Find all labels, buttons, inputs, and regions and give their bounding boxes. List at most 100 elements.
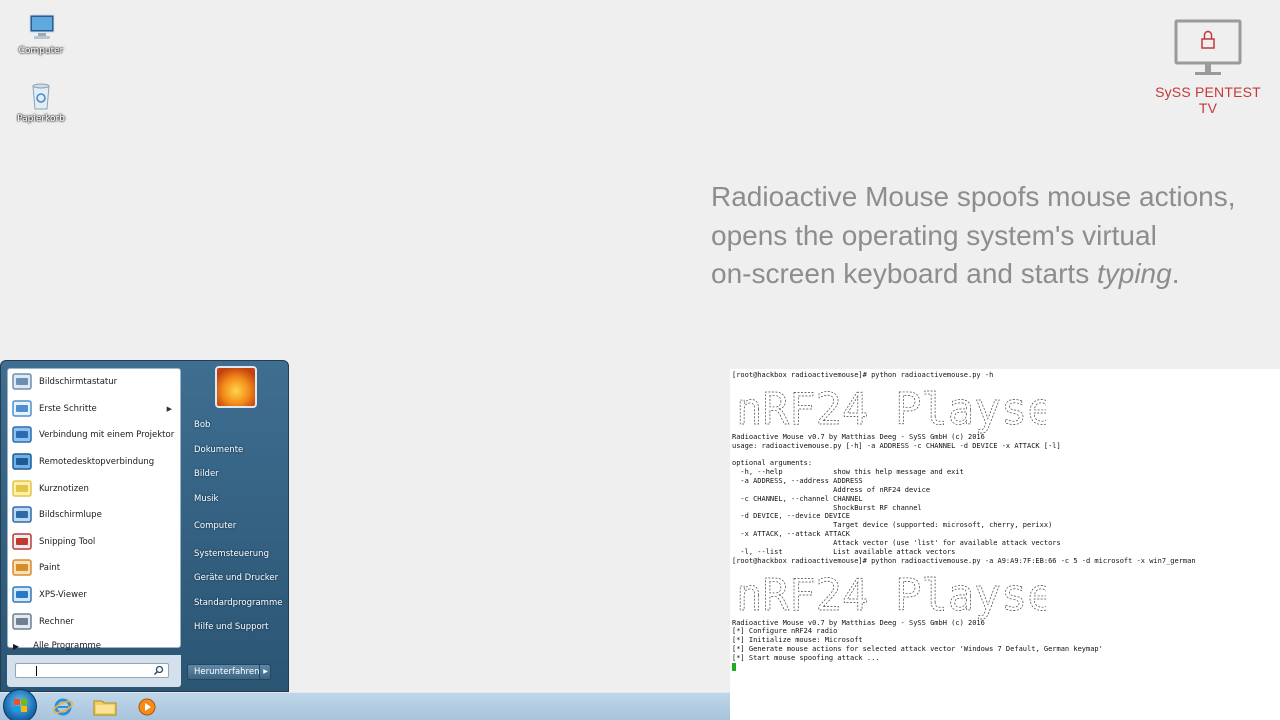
magnifier-icon	[11, 504, 33, 526]
monitor-lock-icon	[1174, 19, 1242, 75]
shutdown-label: Herunterfahren	[194, 667, 260, 677]
program-item[interactable]: Erste Schritte ▶	[8, 396, 180, 423]
program-label: Bildschirmlupe	[39, 510, 102, 521]
terminal-line: Address of nRF24 device	[732, 485, 931, 494]
program-label: Bildschirmtastatur	[39, 377, 118, 388]
desktop-icon-computer[interactable]: Computer	[14, 12, 68, 56]
program-item[interactable]: Bildschirmtastatur	[8, 369, 180, 396]
headline-italic: typing	[1096, 258, 1172, 289]
text-caret	[36, 666, 37, 676]
start-place-item[interactable]: Geräte und Drucker	[185, 566, 285, 591]
start-menu-places: Bob Dokumente Bilder Musik Computer Systemste…	[185, 413, 285, 640]
program-item[interactable]: Paint	[8, 555, 180, 582]
terminal-line: Target device (supported: microsoft, che…	[732, 521, 1053, 530]
terminal-line: -h, --help show this help message and ex…	[732, 468, 964, 477]
sticky-notes-icon	[11, 478, 33, 500]
terminal-line: [*] Initialize mouse: Microsoft	[732, 636, 863, 645]
xps-viewer-icon	[11, 584, 33, 606]
start-place-item[interactable]: Bilder	[185, 462, 285, 487]
calculator-icon	[11, 611, 33, 633]
terminal-line: optional arguments:	[732, 459, 813, 468]
program-item[interactable]: Snipping Tool	[8, 529, 180, 556]
headline-line: Radioactive Mouse spoofs mouse actions,	[711, 181, 1236, 212]
keyboard-icon	[11, 371, 33, 393]
program-label: Snipping Tool	[39, 536, 96, 547]
desktop-icon-label: Computer	[18, 46, 64, 56]
scissors-icon	[11, 531, 33, 553]
media-player-icon[interactable]	[128, 695, 166, 719]
terminal-line: Attack vector (use 'list' for available …	[732, 538, 1061, 547]
user-avatar[interactable]	[215, 366, 257, 408]
terminal-line: Radioactive Mouse v0.7 by Matthias Deeg …	[732, 618, 985, 627]
shutdown-button[interactable]: Herunterfahren ▶	[187, 664, 271, 680]
start-place-item[interactable]: Standardprogramme	[185, 591, 285, 616]
syss-logo: SySS PENTEST TV	[1148, 18, 1268, 116]
start-place-item[interactable]: Hilfe und Support	[185, 615, 285, 640]
recycle-bin-icon	[24, 80, 58, 112]
program-item[interactable]: XPS-Viewer	[8, 582, 180, 609]
terminal-prompt[interactable]	[732, 662, 1280, 672]
banner-text: nRF24 Playset	[736, 570, 1046, 620]
triangle-right-icon: ▶	[13, 641, 20, 651]
start-search-input[interactable]	[15, 663, 169, 678]
computer-icon	[24, 12, 58, 44]
remote-desktop-icon	[11, 451, 33, 473]
terminal-line: ShockBurst RF channel	[732, 503, 922, 512]
headline-text: .	[1171, 258, 1180, 289]
start-search-area	[7, 655, 181, 687]
search-icon[interactable]	[153, 665, 164, 676]
program-item[interactable]: Verbindung mit einem Projektor	[8, 422, 180, 449]
program-item[interactable]: Bildschirmlupe	[8, 502, 180, 529]
submenu-arrow-icon[interactable]: ▶	[167, 405, 172, 413]
terminal-line: [*] Configure nRF24 radio	[732, 627, 838, 636]
start-place-item[interactable]: Systemsteuerung	[185, 542, 285, 567]
terminal-line: -a ADDRESS, --address ADDRESS	[732, 477, 863, 486]
terminal-output: Radioactive Mouse v0.7 by Matthias Deeg …	[732, 433, 1280, 566]
terminal-line: usage: radioactivemouse.py [-h] -a ADDRE…	[732, 441, 1061, 450]
program-item[interactable]: Rechner	[8, 608, 180, 635]
internet-explorer-icon[interactable]	[44, 695, 82, 719]
start-place-item[interactable]: Dokumente	[185, 438, 285, 463]
program-item[interactable]: Kurznotizen	[8, 475, 180, 502]
headline-line: opens the operating system's virtual	[711, 219, 1157, 251]
terminal-line: -l, --list List available attack vectors	[732, 547, 956, 556]
start-place-item[interactable]: Computer	[185, 514, 285, 539]
terminal-line: -c CHANNEL, --channel CHANNEL	[732, 494, 863, 503]
logo-caption: SySS PENTEST TV	[1155, 84, 1261, 116]
start-place-item[interactable]: Bob	[185, 413, 285, 438]
all-programs-button[interactable]: ▶ Alle Programme	[7, 637, 181, 655]
getting-started-icon	[11, 398, 33, 420]
ascii-banner: nRF24 Playset	[732, 566, 1280, 619]
ascii-banner: nRF24 Playset	[732, 380, 1280, 433]
terminal-line: [root@hackbox radioactivemouse]# python …	[732, 556, 1196, 565]
terminal-line: [*] Start mouse spoofing attack ...	[732, 653, 880, 662]
program-label: Kurznotizen	[39, 483, 89, 494]
program-label: Verbindung mit einem Projektor	[39, 430, 175, 441]
program-label: Rechner	[39, 616, 74, 627]
headline: Radioactive Mouse spoofs mouse actions, …	[711, 178, 1271, 294]
terminal-output: [root@hackbox radioactivemouse]# python …	[732, 371, 1280, 380]
terminal-line: [*] Generate mouse actions for selected …	[732, 645, 1103, 654]
explorer-folder-icon[interactable]	[86, 695, 124, 719]
terminal-window[interactable]: [root@hackbox radioactivemouse]# python …	[730, 369, 1280, 720]
terminal-line: -d DEVICE, --device DEVICE	[732, 512, 851, 521]
desktop-icon-label: Papierkorb	[17, 114, 65, 124]
program-label: Paint	[39, 563, 61, 574]
terminal-line: [root@hackbox radioactivemouse]# python …	[732, 371, 994, 379]
program-item[interactable]: Remotedesktopverbindung	[8, 449, 180, 476]
all-programs-label: Alle Programme	[33, 641, 101, 651]
shutdown-options-arrow-icon[interactable]: ▶	[259, 664, 271, 680]
terminal-line: Radioactive Mouse v0.7 by Matthias Deeg …	[732, 432, 985, 441]
start-place-item[interactable]: Musik	[185, 487, 285, 512]
headline-text: on-screen keyboard and starts	[711, 258, 1097, 289]
program-label: Remotedesktopverbindung	[39, 457, 155, 468]
terminal-line: -x ATTACK, --attack ATTACK	[732, 530, 851, 539]
desktop-icon-recycle-bin[interactable]: Papierkorb	[14, 80, 68, 124]
terminal-output: Radioactive Mouse v0.7 by Matthias Deeg …	[732, 619, 1280, 663]
terminal-cursor	[732, 662, 736, 671]
paint-icon	[11, 557, 33, 579]
taskbar	[0, 689, 730, 720]
start-menu-programs: Bildschirmtastatur Erste Schritte ▶ Verbind…	[7, 368, 181, 648]
start-orb-icon[interactable]	[3, 689, 37, 720]
program-label: XPS-Viewer	[39, 590, 87, 601]
